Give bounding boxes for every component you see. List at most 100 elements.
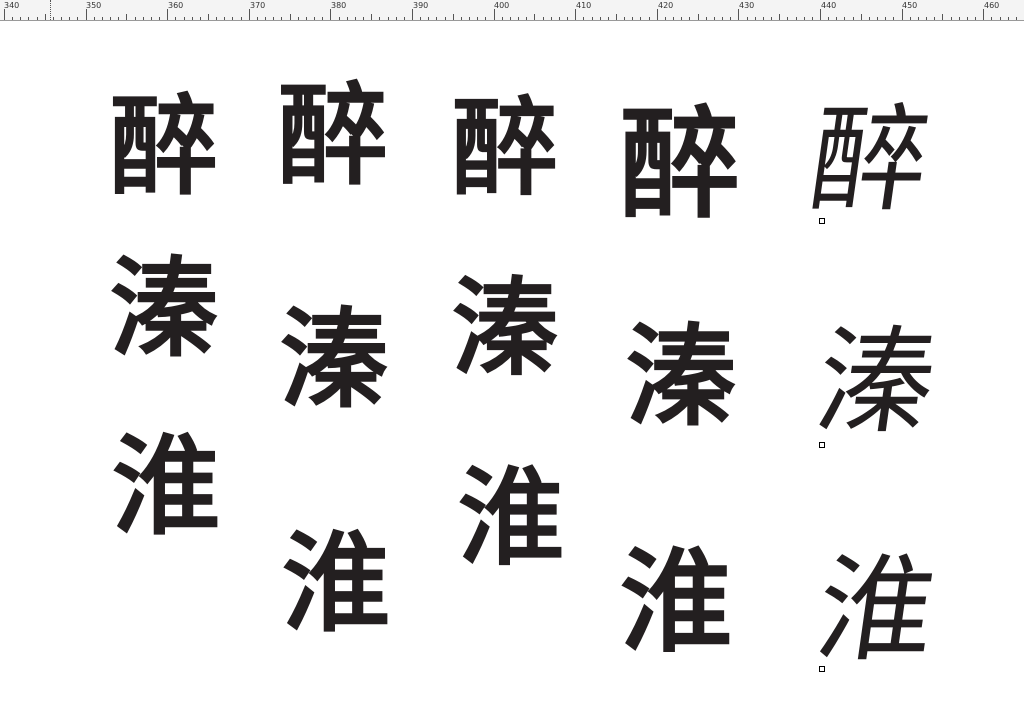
selection-handle[interactable] <box>819 666 825 672</box>
selection-handle[interactable] <box>819 442 825 448</box>
glyph-huai-5[interactable]: 淮 <box>809 543 944 678</box>
glyph-zui-4[interactable]: 醉 <box>620 105 740 225</box>
ruler-tick <box>339 17 340 20</box>
ruler-tick <box>28 17 29 20</box>
ruler-label-340: 340 <box>4 1 20 10</box>
ruler-tick <box>502 17 503 20</box>
ruler-tick <box>273 17 274 20</box>
ruler-label-390: 390 <box>413 1 429 10</box>
ruler-tick <box>747 17 748 20</box>
ruler-position-marker <box>50 0 52 20</box>
ruler-tick <box>477 17 478 20</box>
ruler-label-380: 380 <box>331 1 347 10</box>
ruler-tick <box>657 9 658 20</box>
ruler-tick <box>796 17 797 20</box>
ruler-tick <box>755 17 756 20</box>
ruler-tick <box>730 17 731 20</box>
ruler-tick <box>208 14 209 20</box>
ruler-tick <box>600 17 601 20</box>
glyph-zui-2[interactable]: 醉 <box>278 81 388 191</box>
ruler-tick <box>184 17 185 20</box>
ruler-tick <box>77 17 78 20</box>
ruler-tick <box>640 17 641 20</box>
ruler-tick <box>722 17 723 20</box>
ruler-tick <box>1000 17 1001 20</box>
ruler-tick <box>608 17 609 20</box>
glyph-zhen-5[interactable]: 溱 <box>809 315 944 450</box>
ruler-label-460: 460 <box>984 1 1000 10</box>
glyph-zui-1[interactable]: 醉 <box>110 93 218 201</box>
ruler-tick <box>632 17 633 20</box>
ruler-tick <box>330 9 331 20</box>
ruler-tick <box>306 17 307 20</box>
glyph-zui-3[interactable]: 醉 <box>452 97 558 203</box>
glyph-zui-5[interactable]: 醉 <box>803 93 938 228</box>
ruler-tick <box>877 17 878 20</box>
glyph-zhen-3[interactable]: 溱 <box>452 277 558 383</box>
ruler-tick <box>681 17 682 20</box>
ruler-tick <box>592 17 593 20</box>
ruler-tick <box>698 14 699 20</box>
glyph-zhen-2[interactable]: 溱 <box>280 307 388 415</box>
ruler-tick <box>771 17 772 20</box>
ruler-tick <box>216 17 217 20</box>
ruler-tick <box>412 9 413 20</box>
ruler-tick <box>12 17 13 20</box>
ruler-tick <box>445 17 446 20</box>
glyph-huai-3[interactable]: 淮 <box>458 467 564 573</box>
ruler-label-360: 360 <box>168 1 184 10</box>
ruler-tick <box>649 17 650 20</box>
ruler-tick <box>673 17 674 20</box>
ruler-tick <box>494 9 495 20</box>
ruler-tick <box>942 14 943 20</box>
horizontal-ruler[interactable]: 340 350 360 370 380 390 400 410 420 430 … <box>0 0 1024 21</box>
glyph-huai-4[interactable]: 淮 <box>620 547 732 659</box>
glyph-zhen-4[interactable]: 溱 <box>626 323 736 433</box>
document-canvas[interactable]: 醉 溱 淮 醉 溱 淮 醉 溱 淮 醉 溱 淮 醉 溱 淮 <box>0 21 1024 704</box>
ruler-tick <box>102 17 103 20</box>
ruler-tick <box>4 9 5 20</box>
ruler-tick <box>126 14 127 20</box>
ruler-tick <box>428 17 429 20</box>
ruler-tick <box>967 17 968 20</box>
ruler-tick <box>94 17 95 20</box>
ruler-label-350: 350 <box>86 1 102 10</box>
ruler-tick <box>828 17 829 20</box>
ruler-tick <box>355 17 356 20</box>
ruler-tick <box>249 9 250 20</box>
ruler-tick <box>738 9 739 20</box>
glyph-huai-2[interactable]: 淮 <box>282 531 390 639</box>
ruler-label-430: 430 <box>739 1 755 10</box>
ruler-tick <box>714 17 715 20</box>
glyph-zhen-1[interactable]: 溱 <box>110 255 218 363</box>
ruler-tick <box>779 14 780 20</box>
ruler-tick <box>61 17 62 20</box>
selection-handle[interactable] <box>819 218 825 224</box>
ruler-tick <box>159 17 160 20</box>
ruler-tick <box>665 17 666 20</box>
ruler-tick <box>983 9 984 20</box>
ruler-tick <box>975 17 976 20</box>
ruler-tick <box>175 17 176 20</box>
ruler-tick <box>543 17 544 20</box>
ruler-tick <box>869 17 870 20</box>
ruler-tick <box>836 17 837 20</box>
ruler-label-400: 400 <box>494 1 510 10</box>
ruler-tick <box>918 17 919 20</box>
ruler-tick <box>1008 17 1009 20</box>
ruler-tick <box>314 17 315 20</box>
ruler-tick <box>510 17 511 20</box>
ruler-tick <box>461 17 462 20</box>
ruler-tick <box>689 17 690 20</box>
ruler-tick <box>281 17 282 20</box>
ruler-tick <box>885 17 886 20</box>
ruler-tick <box>200 17 201 20</box>
ruler-tick <box>763 17 764 20</box>
ruler-tick <box>371 14 372 20</box>
ruler-tick <box>257 17 258 20</box>
ruler-tick <box>298 17 299 20</box>
glyph-huai-1[interactable]: 淮 <box>112 433 220 541</box>
ruler-tick <box>902 9 903 20</box>
ruler-tick <box>404 17 405 20</box>
ruler-label-370: 370 <box>250 1 266 10</box>
